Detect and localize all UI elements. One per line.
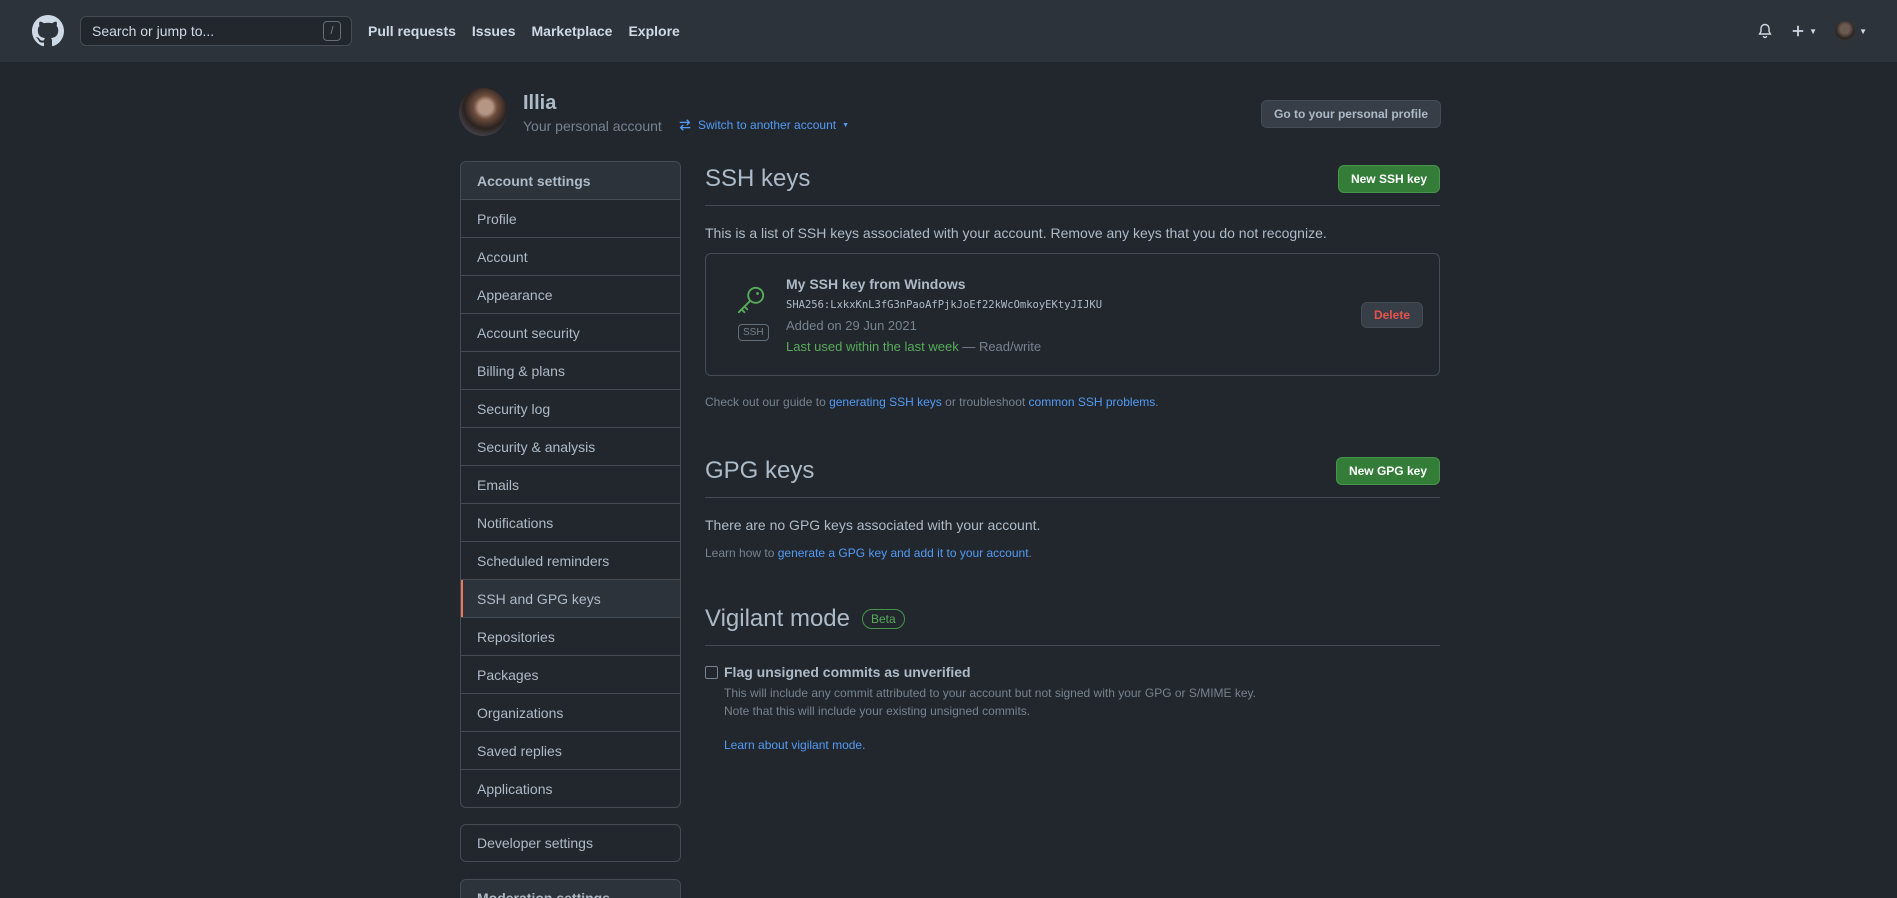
sidebar-item-security-analysis[interactable]: Security & analysis xyxy=(461,427,680,465)
sidebar-item-repositories[interactable]: Repositories xyxy=(461,617,680,655)
gpg-empty-message: There are no GPG keys associated with yo… xyxy=(705,517,1041,533)
ssh-key-item: SSH My SSH key from Windows SHA256:LxkxK… xyxy=(705,253,1440,376)
sidebar-item-developer-settings[interactable]: Developer settings xyxy=(460,824,681,862)
sidebar-item-applications[interactable]: Applications xyxy=(461,769,680,807)
search-input[interactable]: Search or jump to... / xyxy=(80,16,352,46)
last-used-text: Last used within the last week xyxy=(786,339,959,354)
vigilant-title: Vigilant mode Beta xyxy=(705,605,905,633)
guide-suffix: . xyxy=(1155,395,1159,409)
user-menu[interactable]: ▼ xyxy=(1835,21,1867,41)
delete-ssh-key-button[interactable]: Delete xyxy=(1360,302,1423,328)
ssh-section-header: SSH keys New SSH key xyxy=(705,160,1440,206)
gpg-section: GPG keys New GPG key There are no GPG ke… xyxy=(705,452,1440,560)
sidebar-item-saved-replies[interactable]: Saved replies xyxy=(461,731,680,769)
sidebar-item-billing[interactable]: Billing & plans xyxy=(461,351,680,389)
generating-ssh-keys-link[interactable]: generating SSH keys xyxy=(829,395,942,409)
vigilant-section-header: Vigilant mode Beta xyxy=(705,600,1440,646)
bell-icon[interactable] xyxy=(1757,23,1773,39)
flag-unsigned-label[interactable]: Flag unsigned commits as unverified xyxy=(724,664,971,680)
search-placeholder: Search or jump to... xyxy=(92,23,215,39)
sidebar-item-account-security[interactable]: Account security xyxy=(461,313,680,351)
sidebar-item-account[interactable]: Account xyxy=(461,237,680,275)
beta-badge: Beta xyxy=(861,609,905,630)
gpg-title: GPG keys xyxy=(705,456,815,484)
top-header: Search or jump to... / Pull requests Iss… xyxy=(0,0,1897,62)
avatar xyxy=(1835,21,1856,41)
sidebar-item-packages[interactable]: Packages xyxy=(461,655,680,693)
vigilant-learn-row: Learn about vigilant mode. xyxy=(724,738,1440,752)
account-subtitle: Your personal account xyxy=(523,118,662,134)
github-logo-icon[interactable] xyxy=(32,15,64,47)
go-to-profile-button[interactable]: Go to your personal profile xyxy=(1260,100,1441,128)
chevron-down-icon: ▼ xyxy=(1859,26,1867,36)
new-ssh-key-button[interactable]: New SSH key xyxy=(1337,164,1440,193)
ssh-title: SSH keys xyxy=(705,164,811,192)
gpg-learn-note: Learn how to generate a GPG key and add … xyxy=(705,546,1440,560)
header-actions: ▼ ▼ xyxy=(1757,0,1867,62)
sidebar-item-ssh-gpg-keys[interactable]: SSH and GPG keys xyxy=(461,579,680,617)
arrow-switch-icon xyxy=(679,119,691,131)
key-icon xyxy=(737,286,765,314)
flag-unsigned-checkbox[interactable] xyxy=(705,665,718,679)
sidebar-item-emails[interactable]: Emails xyxy=(461,465,680,503)
nav-pull-requests[interactable]: Pull requests xyxy=(368,23,456,39)
nav-issues[interactable]: Issues xyxy=(472,23,516,39)
settings-sidebar: Account settings Profile Account Appeara… xyxy=(460,161,681,808)
sidebar-item-moderation-settings[interactable]: Moderation settings xyxy=(460,879,681,898)
vigilant-note-line2: Note that this will include your existin… xyxy=(724,704,1031,718)
guide-mid: or troubleshoot xyxy=(941,395,1029,409)
learn-vigilant-mode-link[interactable]: Learn about vigilant mode. xyxy=(724,738,865,752)
generate-gpg-key-link[interactable]: generate a GPG key and add it to your ac… xyxy=(778,546,1029,560)
sidebar-item-notifications[interactable]: Notifications xyxy=(461,503,680,541)
switch-account-button[interactable]: Switch to another account ▼ xyxy=(678,118,849,132)
account-name[interactable]: Illia xyxy=(523,92,556,115)
ssh-key-title: My SSH key from Windows xyxy=(786,276,966,292)
chevron-down-icon: ▼ xyxy=(842,121,850,129)
main-nav: Pull requests Issues Marketplace Explore xyxy=(368,23,696,39)
sidebar-item-organizations[interactable]: Organizations xyxy=(461,693,680,731)
vigilant-title-text: Vigilant mode xyxy=(705,604,850,632)
ssh-key-last-used: Last used within the last week — Read/wr… xyxy=(786,339,1041,354)
guide-prefix: Check out our guide to xyxy=(705,395,830,409)
vigilant-note-line1: This will include any commit attributed … xyxy=(724,686,1257,700)
account-heading: Illia Your personal account Switch to an… xyxy=(459,88,1441,140)
learn-prefix: Learn how to xyxy=(705,546,778,560)
learn-suffix: . xyxy=(1028,546,1032,560)
search-shortcut-key: / xyxy=(323,21,341,41)
chevron-down-icon: ▼ xyxy=(1809,26,1818,36)
avatar xyxy=(459,88,507,136)
nav-marketplace[interactable]: Marketplace xyxy=(532,23,613,39)
access-text: — Read/write xyxy=(958,339,1042,354)
ssh-description: This is a list of SSH keys associated wi… xyxy=(705,225,1327,241)
sidebar-item-appearance[interactable]: Appearance xyxy=(461,275,680,313)
ssh-badge: SSH xyxy=(738,324,769,341)
flag-unsigned-row: Flag unsigned commits as unverified xyxy=(705,664,1440,680)
plus-icon xyxy=(1792,25,1804,37)
sidebar-item-profile[interactable]: Profile xyxy=(461,199,680,237)
vigilant-note: This will include any commit attributed … xyxy=(724,684,1440,720)
common-ssh-problems-link[interactable]: common SSH problems xyxy=(1029,395,1156,409)
nav-explore[interactable]: Explore xyxy=(628,23,679,39)
ssh-key-fingerprint: SHA256:LxkxKnL3fG3nPaoAfPjkJoEf22kWcOmko… xyxy=(786,299,1103,311)
switch-account-label: Switch to another account xyxy=(698,118,837,132)
sidebar-heading: Account settings xyxy=(461,162,680,199)
create-new-menu[interactable]: ▼ xyxy=(1791,24,1817,38)
vigilant-section: Vigilant mode Beta Flag unsigned commits … xyxy=(705,600,1440,752)
ssh-guide-note: Check out our guide to generating SSH ke… xyxy=(705,395,1440,409)
new-gpg-key-button[interactable]: New GPG key xyxy=(1335,456,1440,485)
main-content: SSH keys New SSH key This is a list of S… xyxy=(705,160,1440,752)
sidebar-item-scheduled-reminders[interactable]: Scheduled reminders xyxy=(461,541,680,579)
gpg-section-header: GPG keys New GPG key xyxy=(705,452,1440,498)
sidebar-item-security-log[interactable]: Security log xyxy=(461,389,680,427)
ssh-key-added-date: Added on 29 Jun 2021 xyxy=(786,318,917,333)
